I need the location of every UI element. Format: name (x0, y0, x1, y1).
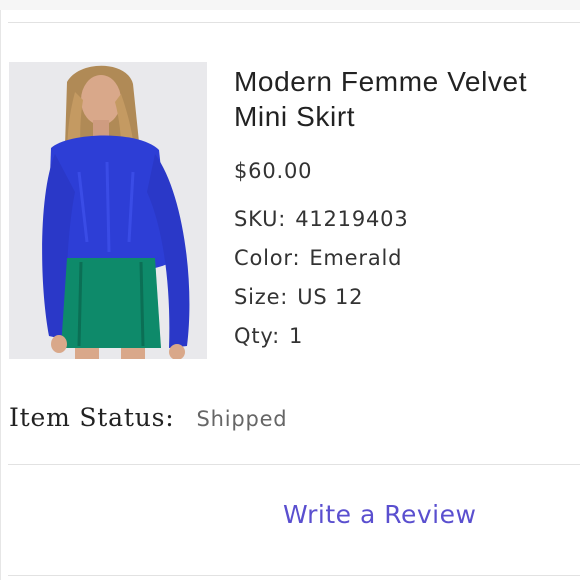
product-size: Size: US 12 (234, 285, 363, 309)
color-value: Emerald (309, 246, 403, 270)
left-edge-border (0, 10, 1, 580)
size-label: Size: (234, 285, 289, 309)
item-status-value: Shipped (196, 407, 288, 431)
product-qty: Qty: 1 (234, 324, 303, 348)
sku-label: SKU: (234, 207, 287, 231)
top-divider (8, 22, 580, 23)
product-title[interactable]: Modern Femme Velvet Mini Skirt (234, 64, 574, 134)
product-image[interactable] (9, 62, 207, 359)
bottom-divider (8, 575, 580, 576)
write-review-link[interactable]: Write a Review (283, 500, 476, 529)
product-sku: SKU: 41219403 (234, 207, 408, 231)
color-label: Color: (234, 246, 301, 270)
product-photo-illustration (9, 62, 207, 359)
qty-label: Qty: (234, 324, 280, 348)
sku-value: 41219403 (295, 207, 409, 231)
qty-value: 1 (288, 324, 304, 348)
item-status-label: Item Status: (9, 403, 175, 432)
section-divider (8, 464, 580, 465)
top-strip (0, 0, 580, 10)
product-price: $60.00 (234, 159, 313, 183)
product-color: Color: Emerald (234, 246, 402, 270)
size-value: US 12 (297, 285, 364, 309)
item-status-row: Item Status: Shipped (9, 403, 287, 432)
